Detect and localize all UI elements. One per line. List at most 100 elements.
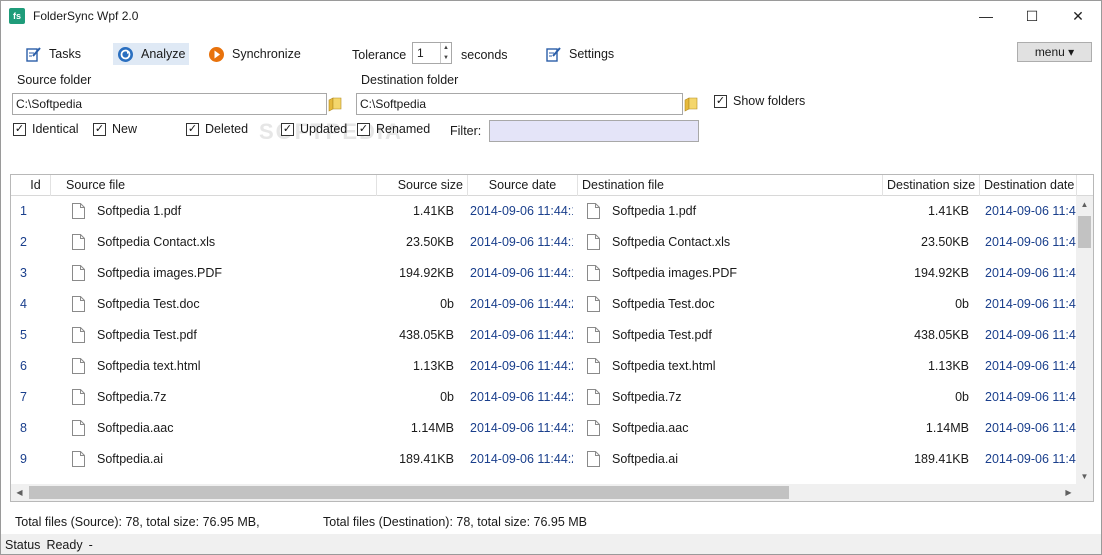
source-date-cell: 2014-09-06 11:44:2 [470, 390, 573, 404]
scrollbar-corner [1076, 484, 1093, 501]
table-row[interactable]: 9 Softpedia.ai 189.41KB 2014-09-06 11:44… [11, 444, 1077, 475]
table-row[interactable]: 8 Softpedia.aac 1.14MB 2014-09-06 11:44:… [11, 413, 1077, 444]
identical-checkbox[interactable]: ✓ Identical [13, 121, 79, 137]
spin-down-icon[interactable]: ▼ [441, 53, 451, 63]
synchronize-label: Synchronize [232, 47, 301, 61]
table-row[interactable]: 7 Softpedia.7z 0b 2014-09-06 11:44:2 Sof… [11, 382, 1077, 413]
destination-browse-folder-icon[interactable] [684, 96, 698, 112]
grid-rows: 1 Softpedia 1.pdf 1.41KB 2014-09-06 11:4… [11, 196, 1077, 484]
checkmark-icon: ✓ [357, 122, 370, 136]
table-row[interactable]: 3 Softpedia images.PDF 194.92KB 2014-09-… [11, 258, 1077, 289]
scroll-down-icon[interactable]: ▼ [1076, 468, 1093, 484]
new-label: New [112, 122, 138, 136]
vertical-scroll-thumb[interactable] [1078, 216, 1091, 248]
settings-icon [545, 46, 562, 63]
source-file-cell: Softpedia Test.pdf [69, 320, 369, 351]
close-button[interactable]: ✕ [1055, 1, 1101, 31]
file-comparison-grid: Id Source file Source size Source date D… [10, 174, 1094, 502]
column-header-source-size[interactable]: Source size [377, 175, 468, 196]
destination-file-cell: Softpedia images.PDF [584, 258, 884, 289]
source-size-cell: 23.50KB [406, 235, 454, 249]
status-label: Status [5, 538, 41, 552]
destination-size-cell: 0b [955, 297, 969, 311]
column-header-destination-date[interactable]: Destination date [980, 175, 1077, 196]
file-icon [587, 296, 600, 312]
destination-file-name: Softpedia Test.pdf [612, 328, 712, 342]
table-row[interactable]: 6 Softpedia text.html 1.13KB 2014-09-06 … [11, 351, 1077, 382]
destination-file-cell: Softpedia.7z [584, 382, 884, 413]
column-header-destination-size[interactable]: Destination size [883, 175, 980, 196]
destination-folder-input[interactable]: C:\Softpedia [356, 93, 683, 115]
destination-file-name: Softpedia Contact.xls [612, 235, 731, 249]
column-header-id[interactable]: Id [11, 175, 51, 196]
destination-folder-label: Destination folder [361, 73, 459, 87]
file-icon [587, 358, 600, 374]
play-icon [208, 46, 225, 63]
tolerance-stepper[interactable]: 1 ▲ ▼ [412, 42, 452, 64]
updated-checkbox[interactable]: ✓ Updated [281, 121, 347, 137]
scroll-up-icon[interactable]: ▲ [1076, 196, 1093, 212]
checkmark-icon: ✓ [186, 122, 199, 136]
settings-button[interactable]: Settings [545, 43, 614, 65]
filter-label: Filter: [450, 124, 482, 138]
source-file-name: Softpedia 1.pdf [97, 204, 182, 218]
destination-date-cell: 2014-09-06 11:44 [985, 266, 1077, 280]
destination-date-cell: 2014-09-06 11:44 [985, 452, 1077, 466]
source-date-cell: 2014-09-06 11:44:2 [470, 297, 573, 311]
source-folder-input[interactable]: C:\Softpedia [12, 93, 327, 115]
renamed-checkbox[interactable]: ✓ Renamed [357, 121, 430, 137]
file-icon [587, 265, 600, 281]
table-row[interactable]: 5 Softpedia Test.pdf 438.05KB 2014-09-06… [11, 320, 1077, 351]
destination-file-name: Softpedia.7z [612, 390, 682, 404]
checkmark-icon: ✓ [281, 122, 294, 136]
file-icon [72, 389, 85, 405]
spin-up-icon[interactable]: ▲ [441, 43, 451, 53]
destination-file-cell: Softpedia Contact.xls [584, 227, 884, 258]
source-size-cell: 189.41KB [399, 452, 454, 466]
app-window: fs FolderSync Wpf 2.0 — ☐ ✕ Tasks Analyz… [0, 0, 1102, 555]
synchronize-button[interactable]: Synchronize [208, 43, 301, 65]
tolerance-value[interactable]: 1 [417, 46, 424, 60]
table-row[interactable]: 1 Softpedia 1.pdf 1.41KB 2014-09-06 11:4… [11, 196, 1077, 227]
file-icon [587, 389, 600, 405]
source-file-name: Softpedia text.html [97, 359, 201, 373]
table-row[interactable]: 2 Softpedia Contact.xls 23.50KB 2014-09-… [11, 227, 1077, 258]
source-date-cell: 2014-09-06 11:44:2 [470, 359, 573, 373]
destination-size-cell: 1.41KB [927, 204, 969, 218]
vertical-scrollbar[interactable]: ▲ ▼ [1076, 196, 1093, 484]
row-id: 9 [20, 452, 27, 466]
source-file-name: Softpedia.aac [97, 421, 174, 435]
table-row[interactable]: 4 Softpedia Test.doc 0b 2014-09-06 11:44… [11, 289, 1077, 320]
source-size-cell: 1.41KB [412, 204, 454, 218]
row-id: 3 [20, 266, 27, 280]
destination-date-cell: 2014-09-06 11:44 [985, 390, 1077, 404]
source-size-cell: 0b [440, 390, 454, 404]
new-checkbox[interactable]: ✓ New [93, 121, 137, 137]
deleted-checkbox[interactable]: ✓ Deleted [186, 121, 248, 137]
column-header-source-file[interactable]: Source file [62, 175, 377, 196]
file-icon [72, 358, 85, 374]
source-browse-folder-icon[interactable] [328, 96, 342, 112]
source-date-cell: 2014-09-06 11:44:2 [470, 452, 573, 466]
column-header-destination-file[interactable]: Destination file [578, 175, 883, 196]
scroll-right-icon[interactable]: ▶ [1060, 484, 1077, 501]
source-size-cell: 1.13KB [412, 359, 454, 373]
show-folders-checkbox[interactable]: ✓ Show folders [714, 93, 805, 109]
menu-button[interactable]: menu ▾ [1017, 42, 1092, 62]
app-icon: fs [9, 8, 25, 24]
source-date-cell: 2014-09-06 11:44:2 [470, 328, 573, 342]
filter-input[interactable] [489, 120, 699, 142]
row-id: 8 [20, 421, 27, 435]
maximize-button[interactable]: ☐ [1009, 1, 1055, 31]
horizontal-scrollbar[interactable]: ◀ ▶ [11, 484, 1077, 501]
scroll-left-icon[interactable]: ◀ [11, 484, 28, 501]
tasks-button[interactable]: Tasks [25, 43, 81, 65]
destination-file-cell: Softpedia.ai [584, 444, 884, 475]
column-header-source-date[interactable]: Source date [468, 175, 578, 196]
minimize-button[interactable]: — [963, 1, 1009, 31]
analyze-button[interactable]: Analyze [113, 43, 190, 65]
tolerance-label: Tolerance [352, 48, 407, 62]
horizontal-scroll-thumb[interactable] [29, 486, 789, 499]
row-id: 7 [20, 390, 27, 404]
destination-file-name: Softpedia.aac [612, 421, 689, 435]
